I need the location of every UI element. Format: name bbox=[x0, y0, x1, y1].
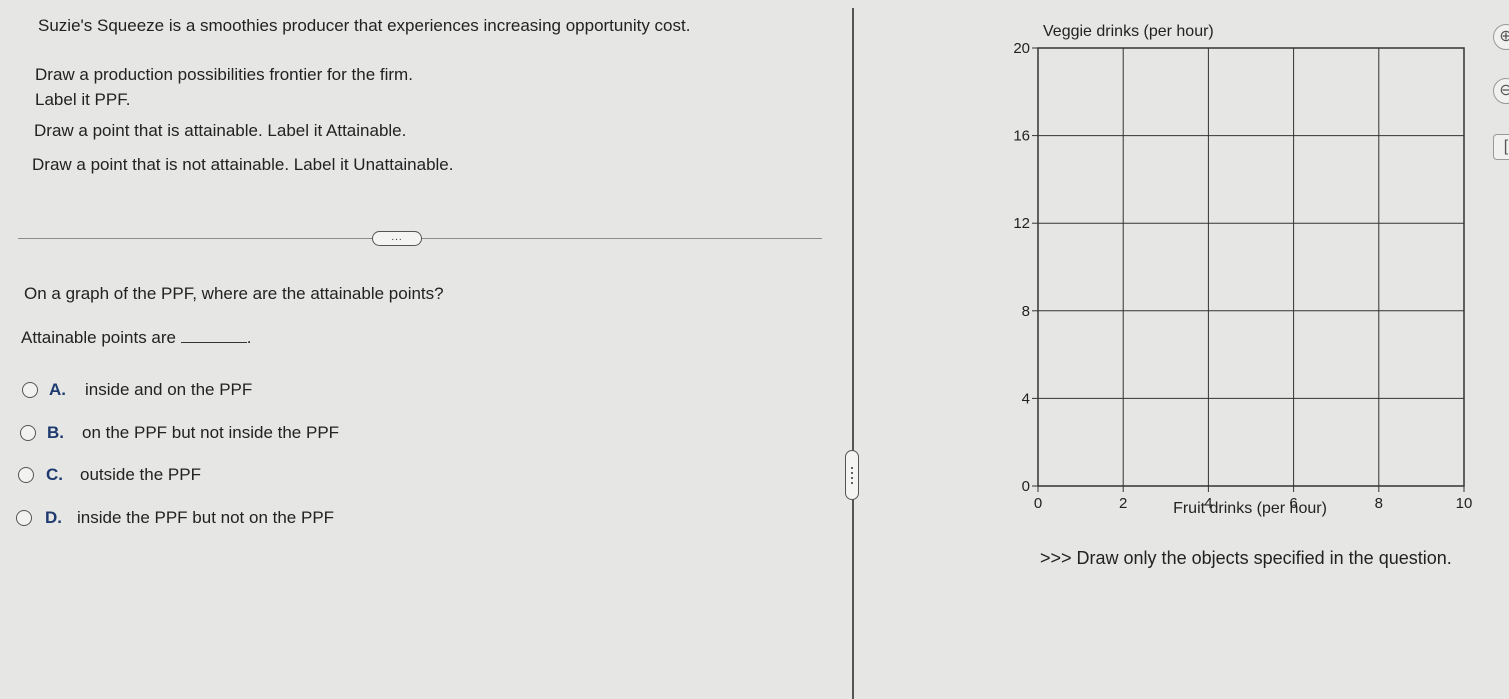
instruction-unattainable: Draw a point that is not attainable. Lab… bbox=[32, 155, 454, 174]
draw-instruction: >>> Draw only the objects specified in t… bbox=[1040, 548, 1452, 568]
option-c-text: outside the PPF bbox=[80, 465, 201, 484]
plot-area bbox=[1037, 47, 1465, 487]
grid bbox=[1038, 48, 1464, 486]
radio-option-b[interactable] bbox=[20, 425, 36, 441]
option-b-letter: B. bbox=[47, 423, 64, 442]
option-a-letter: A. bbox=[49, 380, 66, 399]
x-tick-label: 10 bbox=[1456, 495, 1473, 512]
ppf-graph-canvas[interactable]: Veggie drinks (per hour) 0 2 4 6 8 10 0481216… bbox=[990, 20, 1490, 530]
expand-ellipsis-button[interactable]: ... bbox=[372, 231, 422, 246]
radio-option-c[interactable] bbox=[18, 467, 34, 483]
x-tick-label: 0 bbox=[1034, 495, 1042, 512]
fill-prompt-end: . bbox=[246, 328, 252, 347]
handle-dot bbox=[851, 467, 853, 469]
option-d-letter: D. bbox=[45, 508, 62, 527]
question-panel: Suzie's Squeeze is a smoothies producer … bbox=[0, 0, 852, 699]
option-b-text: on the PPF but not inside the PPF bbox=[82, 423, 340, 442]
question-intro: Suzie's Squeeze is a smoothies producer … bbox=[38, 16, 691, 35]
handle-dot bbox=[851, 477, 853, 479]
y-tick-label: 4 bbox=[1022, 390, 1030, 407]
radio-option-d[interactable] bbox=[16, 510, 32, 526]
handle-dot bbox=[851, 482, 853, 484]
instruction-draw-ppf: Draw a production possibilities frontier… bbox=[35, 65, 413, 84]
option-d-text: inside the PPF but not on the PPF bbox=[77, 508, 335, 527]
x-axis-label: Fruit drinks (per hour) bbox=[1173, 500, 1327, 517]
x-tick-label: 2 bbox=[1119, 495, 1127, 512]
answer-blank bbox=[180, 328, 247, 343]
fill-prompt-text: Attainable points are bbox=[21, 328, 176, 347]
y-tick-label: 0 bbox=[1022, 478, 1030, 495]
radio-option-a[interactable] bbox=[22, 382, 38, 398]
fill-prompt: Attainable points are . bbox=[21, 328, 251, 348]
zoom-in-icon[interactable]: ⊕ bbox=[1493, 24, 1509, 50]
panel-divider[interactable] bbox=[852, 8, 854, 699]
y-tick-label: 16 bbox=[1013, 128, 1030, 145]
tool-panel: ⊕ ⊖ [ bbox=[1493, 20, 1509, 170]
y-tick-label: 20 bbox=[1013, 40, 1030, 57]
y-tick-label: 8 bbox=[1022, 303, 1030, 320]
instruction-attainable: Draw a point that is attainable. Label i… bbox=[34, 121, 407, 140]
handle-dot bbox=[851, 472, 853, 474]
tool-icon[interactable]: [ bbox=[1493, 134, 1509, 160]
x-tick-label: 8 bbox=[1375, 495, 1383, 512]
instruction-label-ppf: Label it PPF. bbox=[35, 90, 131, 109]
zoom-out-icon[interactable]: ⊖ bbox=[1493, 78, 1509, 104]
option-c-letter: C. bbox=[46, 465, 63, 484]
y-axis-label: Veggie drinks (per hour) bbox=[1043, 23, 1214, 40]
resize-handle[interactable] bbox=[845, 450, 859, 500]
y-tick-label: 12 bbox=[1013, 215, 1030, 232]
option-a-text: inside and on the PPF bbox=[85, 380, 253, 399]
sub-question: On a graph of the PPF, where are the att… bbox=[24, 284, 444, 303]
y-axis-ticks: 0 4 8 12 16 20 bbox=[1013, 40, 1038, 495]
